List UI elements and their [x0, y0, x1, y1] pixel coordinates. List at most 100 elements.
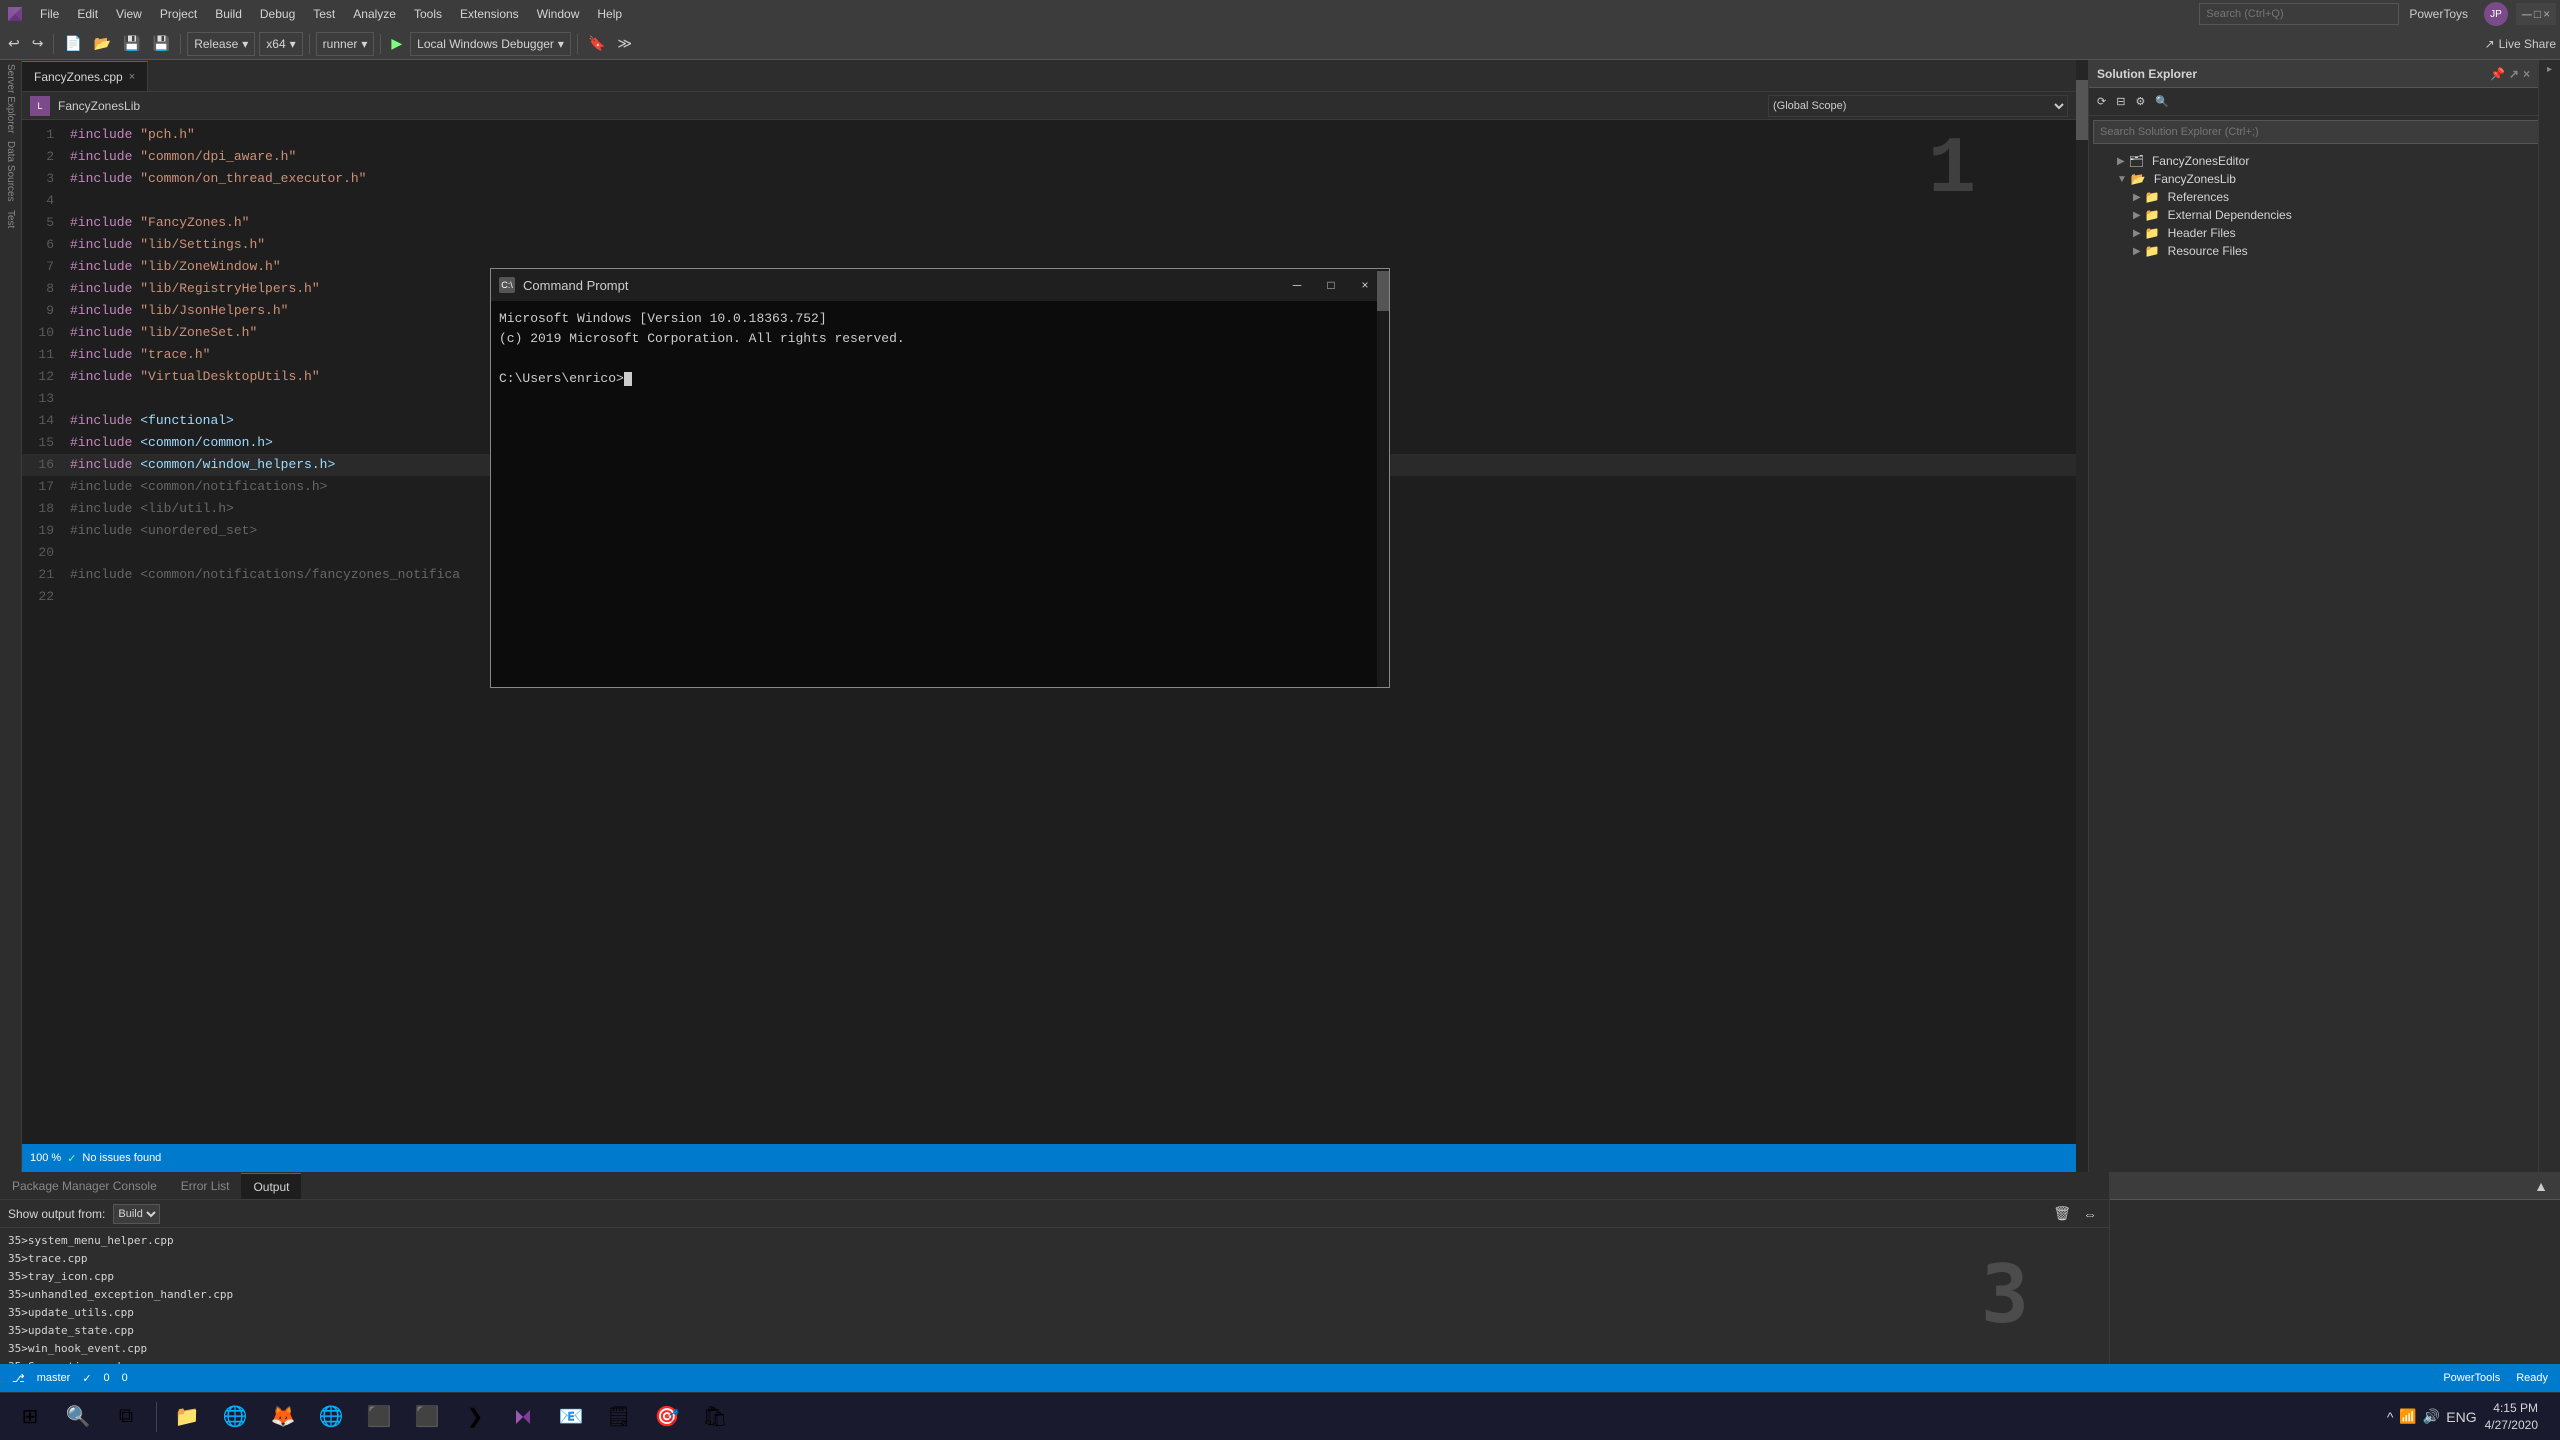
menu-analyze[interactable]: Analyze — [345, 3, 404, 25]
menu-tools[interactable]: Tools — [406, 3, 450, 25]
debugger-dropdown[interactable]: Local Windows Debugger ▾ — [410, 32, 571, 56]
search-input[interactable] — [2199, 3, 2399, 25]
taskbar-edge[interactable]: 🌐 — [213, 1395, 257, 1439]
output-line-6: 35>update_state.cpp — [8, 1322, 2101, 1340]
taskbar-outlook[interactable]: 📧 — [549, 1395, 593, 1439]
ready-label: Ready — [2516, 1372, 2548, 1384]
cmd-maximize-button[interactable]: □ — [1315, 275, 1347, 295]
cmd-content[interactable]: Microsoft Windows [Version 10.0.18363.75… — [491, 301, 1389, 687]
open-file-button[interactable]: 📂 — [90, 33, 115, 54]
bookmark-button[interactable]: 🔖 — [584, 33, 609, 54]
menu-window[interactable]: Window — [529, 3, 588, 25]
code-line-6: 6 #include "lib/Settings.h" — [22, 234, 2076, 256]
collapse-bottom-button[interactable]: ▲ — [2530, 1176, 2552, 1196]
project-dropdown[interactable]: runner ▾ — [316, 32, 375, 56]
expand-icon[interactable]: ↗ — [2509, 67, 2519, 81]
editor-scrollbar[interactable] — [2076, 60, 2088, 1172]
cmd-minimize-button[interactable]: ─ — [1281, 275, 1313, 295]
menu-debug[interactable]: Debug — [252, 3, 303, 25]
side-tab-server[interactable]: Server Explorer — [3, 60, 18, 137]
bottom-right-header: ▲ — [2110, 1172, 2560, 1200]
redo-button[interactable]: ↪ — [28, 33, 48, 54]
taskbar-search-button[interactable]: 🔍 — [56, 1395, 100, 1439]
status-check-icon-2: ✓ — [82, 1372, 91, 1385]
pin-icon[interactable]: 📌 — [2490, 67, 2505, 81]
solution-explorer-search[interactable] — [2093, 120, 2542, 144]
tab-output[interactable]: Output — [241, 1173, 301, 1199]
tab-fancyzones[interactable]: FancyZones.cpp × — [22, 61, 148, 91]
output-clear-button[interactable]: 🗑 — [2049, 1203, 2075, 1224]
minimize-icon[interactable]: ─ — [2522, 6, 2532, 22]
menu-view[interactable]: View — [108, 3, 150, 25]
platform-dropdown[interactable]: x64 ▾ — [259, 32, 302, 56]
tray-chevron-icon[interactable]: ^ — [2387, 1409, 2394, 1425]
solution-explorer-tree: ▶ 🗂 FancyZonesEditor ▼ 📂 FancyZonesLib ▶… — [2089, 148, 2538, 1172]
bottom-area: Package Manager Console Error List Outpu… — [0, 1172, 2560, 1392]
tab-package-manager[interactable]: Package Manager Console — [0, 1173, 169, 1199]
live-share-label[interactable]: Live Share — [2499, 37, 2556, 51]
vs-logo — [4, 3, 26, 25]
menu-help[interactable]: Help — [589, 3, 630, 25]
taskbar-chrome[interactable]: 🌐 — [309, 1395, 353, 1439]
taskbar-vs[interactable] — [501, 1395, 545, 1439]
task-view-button[interactable]: ⧉ — [104, 1395, 148, 1439]
save-button[interactable]: 💾 — [119, 33, 144, 54]
side-tab-test[interactable]: Test — [3, 206, 18, 232]
cmd-scroll-thumb[interactable] — [1377, 271, 1389, 311]
menu-project[interactable]: Project — [152, 3, 205, 25]
run-button[interactable]: ▶ — [387, 33, 406, 54]
branch-name: master — [37, 1372, 71, 1384]
taskbar-explorer[interactable]: 📁 — [165, 1395, 209, 1439]
sol-collapse-button[interactable]: ⊟ — [2112, 93, 2129, 110]
scrollbar-thumb[interactable] — [2076, 80, 2088, 140]
tree-item-fancyzoneslib[interactable]: ▼ 📂 FancyZonesLib — [2089, 170, 2538, 188]
new-file-button[interactable]: 📄 — [60, 33, 85, 54]
cmd-scrollbar[interactable] — [1377, 269, 1389, 687]
save-all-button[interactable]: 💾 — [149, 33, 174, 54]
output-line-1: 35>system_menu_helper.cpp — [8, 1232, 2101, 1250]
output-source-select[interactable]: Build — [113, 1204, 160, 1224]
side-tab-right[interactable]: ▸ — [2542, 60, 2557, 79]
start-button[interactable]: ⊞ — [8, 1395, 52, 1439]
menu-extensions[interactable]: Extensions — [452, 3, 527, 25]
scope-select[interactable]: (Global Scope) — [1768, 95, 2068, 117]
sol-sync-button[interactable]: ⟳ — [2093, 93, 2110, 110]
tree-item-label-4: External Dependencies — [2168, 208, 2292, 222]
more-toolbar-button[interactable]: ≫ — [613, 33, 636, 54]
chevron-down-icon-4: ▾ — [558, 37, 564, 51]
taskbar-terminal[interactable]: ⬛ — [357, 1395, 401, 1439]
maximize-icon[interactable]: □ — [2534, 7, 2541, 21]
tree-item-fancyzoneseditor[interactable]: ▶ 🗂 FancyZonesEditor — [2089, 152, 2538, 170]
taskbar-clock[interactable]: 4:15 PM 4/27/2020 — [2485, 1400, 2538, 1434]
sol-settings-button[interactable]: ⚙ — [2131, 93, 2149, 110]
taskbar-sticky[interactable]: 🗒 — [597, 1395, 641, 1439]
sol-filter-button[interactable]: 🔍 — [2151, 93, 2173, 110]
side-tab-data[interactable]: Data Sources — [3, 137, 18, 206]
output-line-2: 35>trace.cpp — [8, 1250, 2101, 1268]
undo-button[interactable]: ↩ — [4, 33, 24, 54]
tab-error-list[interactable]: Error List — [169, 1173, 242, 1199]
taskbar-firefox[interactable]: 🦊 — [261, 1395, 305, 1439]
tab-label-output: Output — [253, 1180, 289, 1194]
menu-test[interactable]: Test — [305, 3, 343, 25]
taskbar-store[interactable]: 🛍 — [693, 1395, 737, 1439]
close-icon[interactable]: × — [2543, 7, 2550, 21]
taskbar-teams[interactable]: 🎯 — [645, 1395, 689, 1439]
menu-bar: File Edit View Project Build Debug Test … — [0, 0, 2560, 28]
tree-item-header-files[interactable]: ▶ 📁 Header Files — [2089, 224, 2538, 242]
tree-item-resource-files[interactable]: ▶ 📁 Resource Files — [2089, 242, 2538, 260]
taskbar-right: ^ 📶 🔊 ENG 4:15 PM 4/27/2020 — [2387, 1400, 2552, 1434]
menu-edit[interactable]: Edit — [69, 3, 106, 25]
menu-file[interactable]: File — [32, 3, 67, 25]
taskbar-powershell[interactable]: ❯ — [453, 1395, 497, 1439]
network-icon[interactable]: 📶 — [2399, 1408, 2416, 1425]
tree-item-references[interactable]: ▶ 📁 References — [2089, 188, 2538, 206]
configuration-dropdown[interactable]: Release ▾ — [187, 32, 255, 56]
tree-item-external-deps[interactable]: ▶ 📁 External Dependencies — [2089, 206, 2538, 224]
output-wrap-button[interactable]: ⇔ — [2079, 1203, 2101, 1224]
taskbar-files[interactable]: ⬛ — [405, 1395, 449, 1439]
volume-icon[interactable]: 🔊 — [2423, 1408, 2440, 1425]
close-panel-icon[interactable]: × — [2523, 67, 2530, 81]
menu-build[interactable]: Build — [207, 3, 250, 25]
tab-close-button[interactable]: × — [129, 71, 135, 83]
